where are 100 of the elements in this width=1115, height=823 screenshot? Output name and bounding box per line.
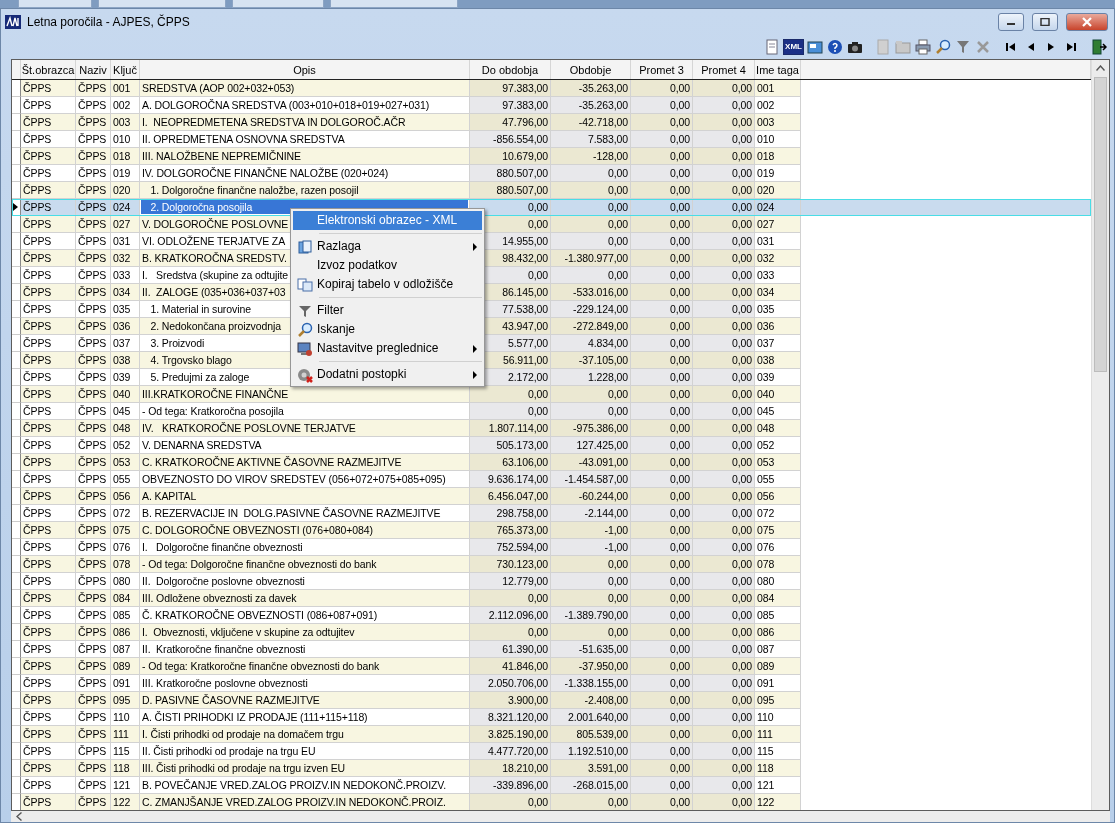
table-cell: V. DENARNA SREDSTVA [140,437,470,454]
column-header[interactable]: Promet 4 [693,60,755,79]
table-cell: 085 [111,607,140,624]
table-cell: 034 [111,284,140,301]
column-header[interactable]: Ime taga [755,60,801,79]
table-cell: 0,00 [693,522,755,539]
table-cell: 0,00 [693,743,755,760]
table-cell: 805.539,00 [551,726,631,743]
table-cell: -35.263,00 [551,80,631,97]
table-cell: 095 [755,692,801,709]
column-header[interactable]: Promet 3 [631,60,693,79]
printer-button[interactable] [914,38,932,56]
table-cell: 087 [755,641,801,658]
vertical-scrollbar[interactable] [1091,60,1109,810]
table-cell: ČPPS [21,556,76,573]
table-cell: 031 [755,233,801,250]
table-cell: ČPPS [76,335,111,352]
table-cell: -1.454.587,00 [551,471,631,488]
column-header[interactable]: Naziv [76,60,111,79]
table-cell: ČPPS [76,573,111,590]
column-header[interactable]: Ključ [111,60,140,79]
table-cell: ČPPS [76,97,111,114]
minimize-button[interactable] [998,13,1024,31]
filter-button[interactable] [954,38,972,56]
table-cell: ČPPS [21,641,76,658]
table-cell: ČPPS [76,437,111,454]
table-cell: 0,00 [693,284,755,301]
table-cell: 0,00 [631,216,693,233]
table-cell: 0,00 [693,709,755,726]
table-cell: 0,00 [693,199,755,216]
table-cell: -1.380.977,00 [551,250,631,267]
table-cell: I. Dolgoročne finančne obveznosti [140,539,470,556]
table-cell: ČPPS [76,556,111,573]
table-cell: ČPPS [21,250,76,267]
table-cell: 0,00 [631,97,693,114]
table-cell: ČPPS [21,233,76,250]
table-cell: 111 [111,726,140,743]
table-cell: 115 [111,743,140,760]
table-cell: 0,00 [631,114,693,131]
table-cell: ČPPS [21,420,76,437]
table-cell: 1.228,00 [551,369,631,386]
column-header[interactable]: Št.obrazca [21,60,76,79]
table-cell: ČPPS [21,539,76,556]
table-cell: 080 [111,573,140,590]
table-cell: ČPPS [76,199,111,216]
table-cell: -35.263,00 [551,97,631,114]
table-cell: 038 [111,352,140,369]
table-cell: 0,00 [693,675,755,692]
table-cell: ČPPS [76,692,111,709]
table-cell: 63.106,00 [470,454,551,471]
column-header[interactable]: Do obdobja [470,60,551,79]
table-cell: 10.679,00 [470,148,551,165]
search-button[interactable] [934,38,952,56]
maximize-button[interactable] [1032,13,1058,31]
table-cell: 0,00 [551,216,631,233]
table-cell: 035 [111,301,140,318]
close-button[interactable] [1066,13,1108,31]
table-cell: 0,00 [693,386,755,403]
horizontal-scrollbar[interactable] [11,811,1110,822]
table-cell: 0,00 [693,573,755,590]
table-cell: ČPPS [76,301,111,318]
scrollbar-thumb[interactable] [1094,77,1107,372]
table-cell: ČPPS [76,386,111,403]
table-cell: D. PASIVNE ČASOVNE RAZMEJITVE [140,692,470,709]
table-cell: 0,00 [693,590,755,607]
table-cell: 0,00 [631,335,693,352]
table-cell: ČPPS [21,182,76,199]
exit-button[interactable] [1090,38,1108,56]
table-cell: ČPPS [21,488,76,505]
table-cell: ČPPS [76,607,111,624]
table-cell: ČPPS [76,267,111,284]
search-icon [935,39,951,55]
table-cell: 0,00 [631,284,693,301]
table-cell: 0,00 [693,80,755,97]
table-cell: 505.173,00 [470,437,551,454]
table-cell: ČPPS [21,590,76,607]
window-title: Letna poročila - AJPES, ČPPS [27,15,191,29]
table-cell: 2.112.096,00 [470,607,551,624]
table-cell: 032 [755,250,801,267]
table-cell: 110 [755,709,801,726]
column-header[interactable]: Opis [140,60,470,79]
table-cell: 0,00 [631,403,693,420]
table-cell: 019 [111,165,140,182]
table-cell: 084 [111,590,140,607]
table-cell: 038 [755,352,801,369]
table-cell: ČPPS [21,369,76,386]
table-cell: -272.849,00 [551,318,631,335]
table-cell: B. REZERVACIJE IN DOLG.PASIVNE ČASOVNE RAZMEJITVE [140,505,470,522]
xml-button[interactable]: XML [783,39,804,55]
table-cell: 033 [755,267,801,284]
menu-item[interactable]: Elektronski obrazec - XML [293,211,482,230]
cards-button[interactable] [806,38,824,56]
table-cell: ČPPS [21,318,76,335]
table-cell: 086 [111,624,140,641]
table-cell: ČPPS [76,505,111,522]
help-button[interactable] [826,38,844,56]
column-header[interactable]: Obdobje [551,60,631,79]
table-cell: ČPPS [21,777,76,794]
table-cell: 1.192.510,00 [551,743,631,760]
table-cell: 0,00 [631,573,693,590]
